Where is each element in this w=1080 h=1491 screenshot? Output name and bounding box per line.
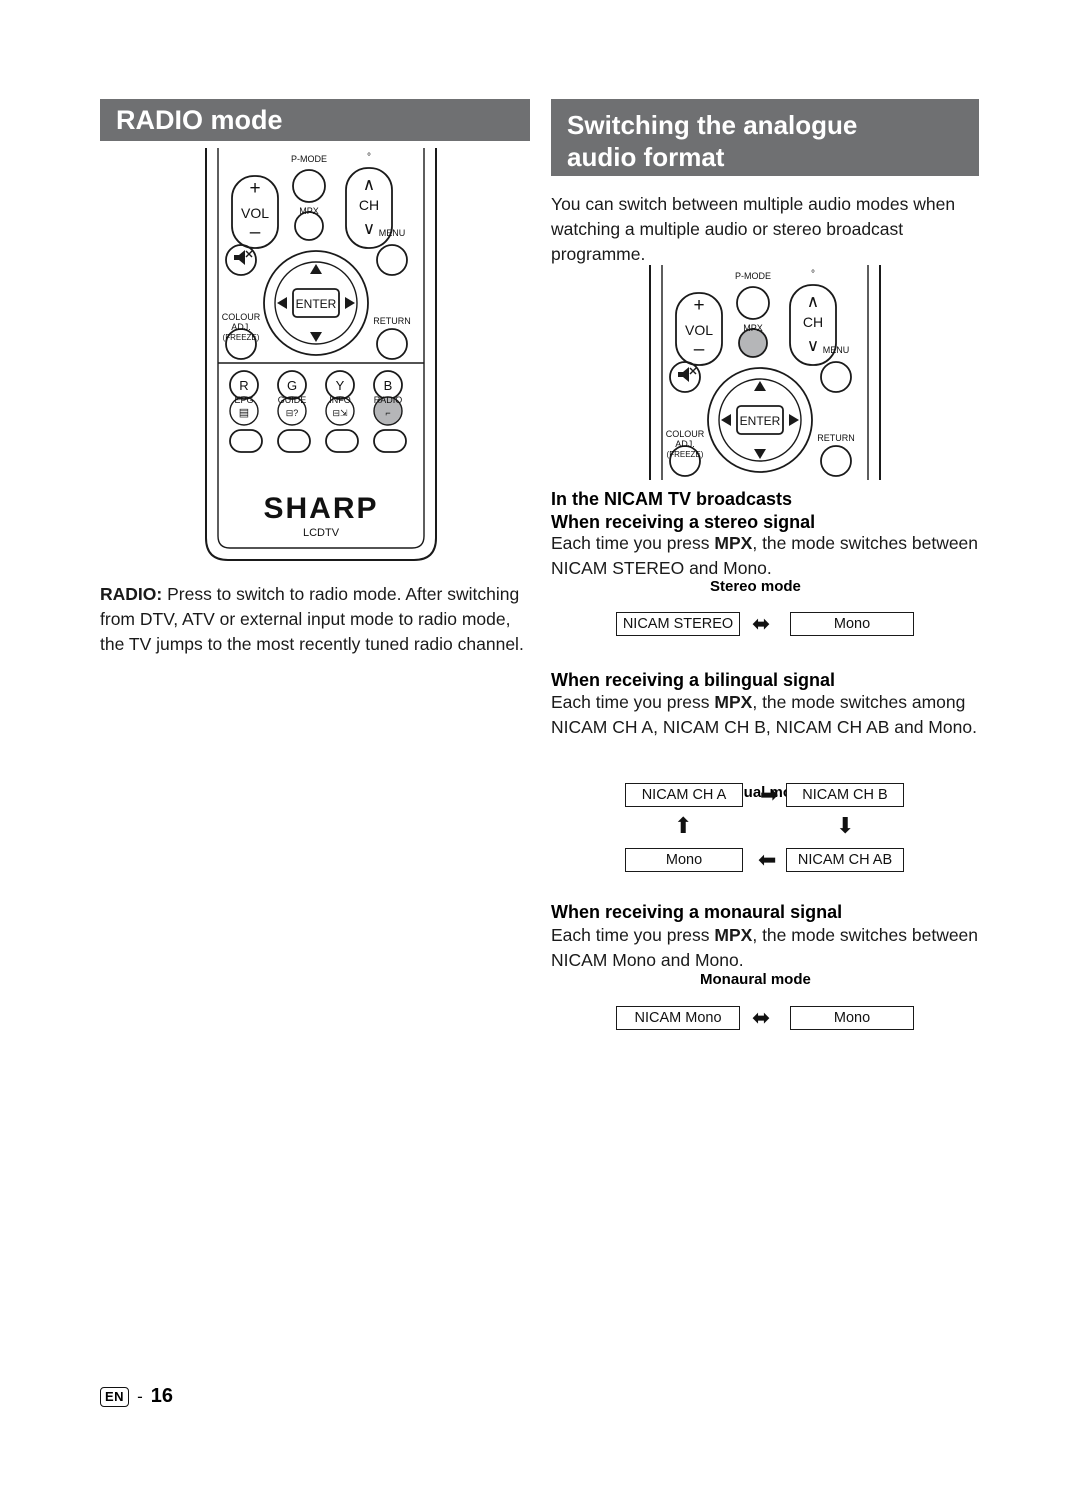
left-arrow-icon-bilingual-bottom: ⬅ <box>758 847 777 872</box>
svg-text:R: R <box>239 378 248 393</box>
svg-text:MPX: MPX <box>743 323 763 333</box>
page-footer: EN - 16 <box>100 1385 173 1408</box>
bilingual-box-mono: Mono <box>625 848 743 872</box>
stereo-description-mpx: MPX <box>714 533 753 553</box>
svg-text:P-MODE: P-MODE <box>735 271 771 281</box>
down-arrow-icon-bilingual: ⬇ <box>836 813 855 838</box>
svg-text:°: ° <box>367 152 371 163</box>
remote-left-svg: + VOL – P-MODE MPX ° ∧ CH ∨ MENU ENTER C… <box>205 148 437 561</box>
stereo-mode-label: Stereo mode <box>710 578 801 595</box>
svg-text:ADJ.: ADJ. <box>231 322 251 332</box>
double-arrow-icon-monaural: ⬌ <box>752 1005 771 1030</box>
svg-text:+: + <box>693 295 704 316</box>
footer-locale-badge: EN <box>100 1386 130 1407</box>
svg-text:∧: ∧ <box>363 175 375 194</box>
right-arrow-icon-bilingual-top: ➡ <box>760 782 779 807</box>
svg-text:MPX: MPX <box>299 206 319 216</box>
up-arrow-icon-bilingual: ⬆ <box>674 813 693 838</box>
svg-text:CH: CH <box>359 197 379 213</box>
stereo-description-a: Each time you press <box>551 533 715 553</box>
monaural-description-a: Each time you press <box>551 925 715 945</box>
monaural-box-mono: Mono <box>790 1006 914 1030</box>
monaural-description-mpx: MPX <box>714 925 753 945</box>
svg-text:⊟⇲: ⊟⇲ <box>332 408 348 418</box>
bilingual-box-nicam-ch-b: NICAM CH B <box>786 783 904 807</box>
section-title-right-line1: Switching the analogue <box>567 110 858 140</box>
document-page: RADIO mode Switching the analogue audio … <box>0 0 1080 1491</box>
remote-right-svg: + VOL – P-MODE MPX ° ∧ CH ∨ MENU ENTER C… <box>649 265 881 480</box>
section-title-right-line2: audio format <box>567 142 725 172</box>
svg-text:COLOUR: COLOUR <box>222 312 261 322</box>
svg-text:ADJ.: ADJ. <box>675 439 695 449</box>
monaural-description: Each time you press MPX, the mode switch… <box>551 923 989 973</box>
page-number: 16 <box>150 1385 173 1407</box>
svg-text:P-MODE: P-MODE <box>291 154 327 164</box>
svg-text:Y: Y <box>336 378 345 393</box>
monaural-mode-label: Monaural mode <box>700 971 811 988</box>
bilingual-box-nicam-ch-ab: NICAM CH AB <box>786 848 904 872</box>
svg-text:VOL: VOL <box>241 205 269 221</box>
bilingual-description-a: Each time you press <box>551 692 715 712</box>
double-arrow-icon-stereo: ⬌ <box>752 611 771 636</box>
stereo-box-mono: Mono <box>790 612 914 636</box>
svg-text:ENTER: ENTER <box>296 297 337 311</box>
svg-text:(FREEZE): (FREEZE) <box>667 450 704 459</box>
radio-mode-caption-lead: RADIO: <box>100 584 163 604</box>
bilingual-box-nicam-ch-a: NICAM CH A <box>625 783 743 807</box>
svg-text:▤: ▤ <box>239 407 249 419</box>
svg-text:∧: ∧ <box>807 292 819 311</box>
svg-text:B: B <box>384 378 393 393</box>
svg-text:MENU: MENU <box>379 228 406 238</box>
svg-text:INFO: INFO <box>329 395 351 405</box>
svg-text:EPG: EPG <box>234 395 253 405</box>
svg-text:LCDTV: LCDTV <box>303 527 340 539</box>
svg-text:+: + <box>249 178 260 199</box>
stereo-box-nicam-stereo: NICAM STEREO <box>616 612 740 636</box>
radio-mode-caption: RADIO: Press to switch to radio mode. Af… <box>100 582 532 657</box>
footer-dash: - <box>137 1386 143 1406</box>
svg-text:ENTER: ENTER <box>740 414 781 428</box>
svg-text:MENU: MENU <box>823 345 850 355</box>
bilingual-description: Each time you press MPX, the mode switch… <box>551 690 989 740</box>
section-title-left: RADIO mode <box>116 104 283 135</box>
remote-control-illustration-left: + VOL – P-MODE MPX ° ∧ CH ∨ MENU ENTER C… <box>196 148 446 568</box>
svg-text:VOL: VOL <box>685 322 713 338</box>
svg-text:GUIDE: GUIDE <box>278 395 307 405</box>
section-header-switching-audio-format: Switching the analogue audio format <box>551 99 979 176</box>
svg-text:∨: ∨ <box>807 336 819 355</box>
bilingual-description-mpx: MPX <box>714 692 753 712</box>
svg-text:–: – <box>694 339 705 360</box>
heading-nicam-tv-broadcasts: In the NICAM TV broadcasts <box>551 489 793 509</box>
stereo-description: Each time you press MPX, the mode switch… <box>551 531 983 581</box>
monaural-box-nicam-mono: NICAM Mono <box>616 1006 740 1030</box>
svg-text:COLOUR: COLOUR <box>666 429 705 439</box>
svg-text:°: ° <box>811 269 815 280</box>
svg-text:RETURN: RETURN <box>817 433 855 443</box>
svg-text:G: G <box>287 378 297 393</box>
mpx-button-highlight <box>738 328 768 358</box>
svg-text:–: – <box>250 222 261 243</box>
svg-text:RADIO: RADIO <box>374 395 403 405</box>
svg-text:⌐: ⌐ <box>385 408 390 418</box>
svg-text:SHARP: SHARP <box>263 492 378 525</box>
svg-text:⊟?: ⊟? <box>286 408 299 418</box>
heading-monaural-signal: When receiving a monaural signal <box>551 902 843 922</box>
svg-text:∨: ∨ <box>363 219 375 238</box>
svg-text:RETURN: RETURN <box>373 316 411 326</box>
svg-text:CH: CH <box>803 314 823 330</box>
section-header-radio-mode: RADIO mode <box>100 99 530 141</box>
svg-text:(FREEZE): (FREEZE) <box>223 333 260 342</box>
remote-control-illustration-right: + VOL – P-MODE MPX ° ∧ CH ∨ MENU ENTER C… <box>640 265 890 480</box>
audio-format-intro: You can switch between multiple audio mo… <box>551 194 956 264</box>
radio-mode-caption-text: Press to switch to radio mode. After swi… <box>100 584 524 654</box>
